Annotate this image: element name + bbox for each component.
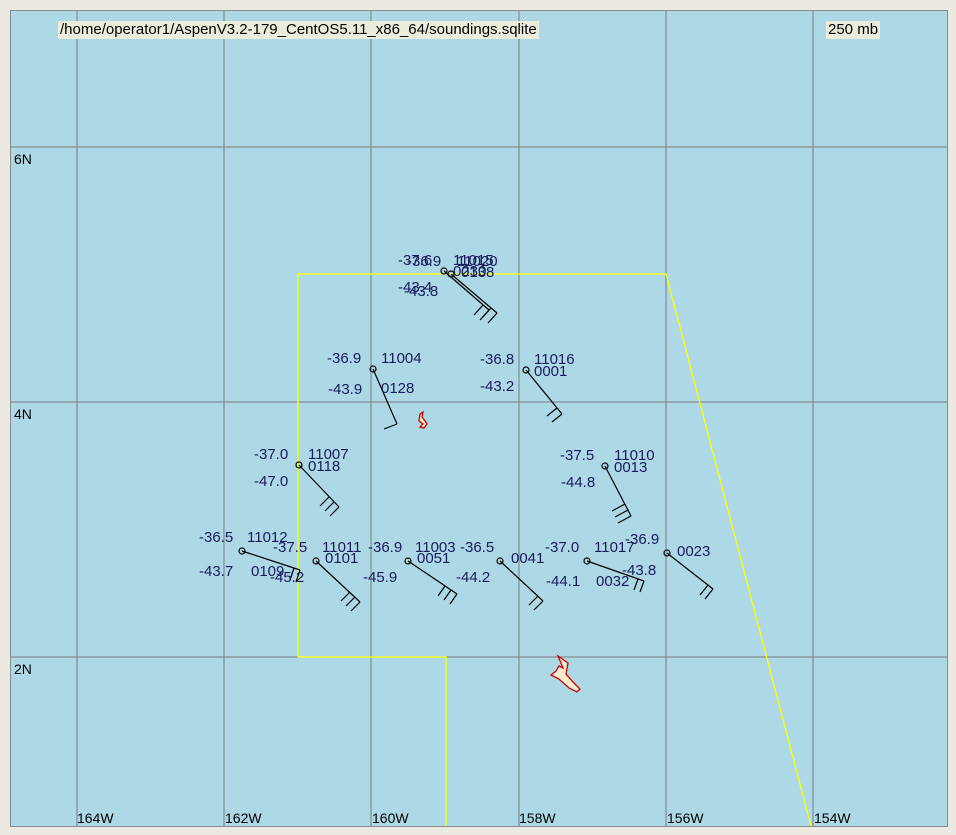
station-dewpoint: -43.9 (328, 381, 362, 398)
station-id: 11004 (381, 350, 422, 367)
wind-barb-flag (533, 600, 544, 611)
station-time: 0138 (461, 264, 494, 281)
wind-barb-flag (611, 503, 626, 512)
station-time: 0001 (534, 363, 567, 380)
pressure-level-label: 250 mb (826, 21, 881, 39)
wind-barb-flag (633, 578, 639, 591)
lon-label-162w: 162W (225, 810, 262, 826)
island-large (549, 654, 581, 693)
station-dewpoint: -43.8 (622, 562, 656, 579)
graticule (11, 11, 947, 826)
lat-label-6n: 6N (14, 151, 32, 167)
lat-label-2n: 2N (14, 661, 32, 677)
wind-barb-flag (704, 588, 714, 600)
wind-barbs (238, 267, 714, 612)
station-time: 0101 (325, 550, 358, 567)
lon-label-154w: 154W (814, 810, 851, 826)
station-time: 0041 (511, 550, 544, 567)
lon-label-164w: 164W (77, 810, 114, 826)
wind-barb-flag (473, 304, 484, 316)
station-temp: -36.5 (460, 539, 494, 556)
wind-barb-flag (639, 580, 645, 593)
wind-barb-flag (699, 584, 709, 596)
wind-barb-flag (551, 413, 563, 423)
station-dewpoint: -43.2 (480, 378, 514, 395)
wind-barb-flag (329, 506, 340, 517)
wind-barb-flag (528, 595, 539, 606)
lat-label-4n: 4N (14, 406, 32, 422)
station-time: 0013 (614, 459, 647, 476)
wind-barb-flag (546, 407, 558, 417)
station-dewpoint: -45.9 (363, 569, 397, 586)
area-boundary-lower (298, 656, 447, 826)
wind-barb-flag (324, 501, 335, 512)
station-temp: -36.9 (625, 531, 659, 548)
station-temp: -36.9 (368, 539, 402, 556)
wind-barb-flag (345, 596, 356, 607)
station-dewpoint: -47.0 (254, 473, 288, 490)
station-dewpoint: -44.8 (561, 474, 595, 491)
wind-barb-flag (617, 515, 632, 524)
island-small (418, 410, 428, 429)
station-time: 0118 (308, 458, 340, 475)
station-dewpoint: -43.7 (199, 563, 233, 580)
wind-barb-flag (614, 509, 629, 518)
station-temp: -37.5 (560, 447, 594, 464)
file-path-label: /home/operator1/AspenV3.2-179_CentOS5.11… (58, 21, 539, 39)
wind-barb-flag (437, 585, 446, 597)
wind-barb-flag (481, 307, 492, 319)
station-time: 0128 (381, 380, 414, 397)
station-labels: -37.6 11015 -43.4 0230 -36.9 11020 -43.8… (199, 252, 710, 590)
map-canvas: 164W 162W 160W 158W 156W 154W 6N 4N 2N -… (11, 11, 947, 826)
wind-barb-staff (315, 560, 361, 603)
wind-barb-flag (340, 591, 351, 602)
wind-barb-flag (449, 593, 458, 605)
station-dewpoint: -45.2 (270, 569, 304, 586)
lon-label-156w: 156W (667, 810, 704, 826)
wind-barb-flag (487, 312, 498, 324)
wind-barb-flag (443, 589, 452, 601)
map-view[interactable]: 164W 162W 160W 158W 156W 154W 6N 4N 2N -… (10, 10, 948, 827)
lon-label-160w: 160W (372, 810, 409, 826)
station-time: 0051 (417, 550, 450, 567)
station-temp: -36.5 (199, 529, 233, 546)
wind-barb-flag (383, 423, 398, 430)
station-temp: -37.5 (273, 539, 307, 556)
lon-label-158w: 158W (519, 810, 556, 826)
station-dewpoint: -44.2 (456, 569, 490, 586)
station-dewpoint: -44.1 (546, 573, 580, 590)
station-temp: -36.8 (480, 351, 514, 368)
station-temp: -36.9 (327, 350, 361, 367)
station-temp: -36.9 (407, 253, 441, 270)
station-temp: -37.0 (545, 539, 579, 556)
station-temp: -37.0 (254, 446, 288, 463)
station-dewpoint: -43.8 (404, 283, 438, 300)
wind-barb-flag (319, 496, 330, 507)
station-time: 0023 (677, 543, 710, 560)
wind-barb-flag (350, 601, 361, 612)
wind-barb-staff (499, 560, 544, 602)
